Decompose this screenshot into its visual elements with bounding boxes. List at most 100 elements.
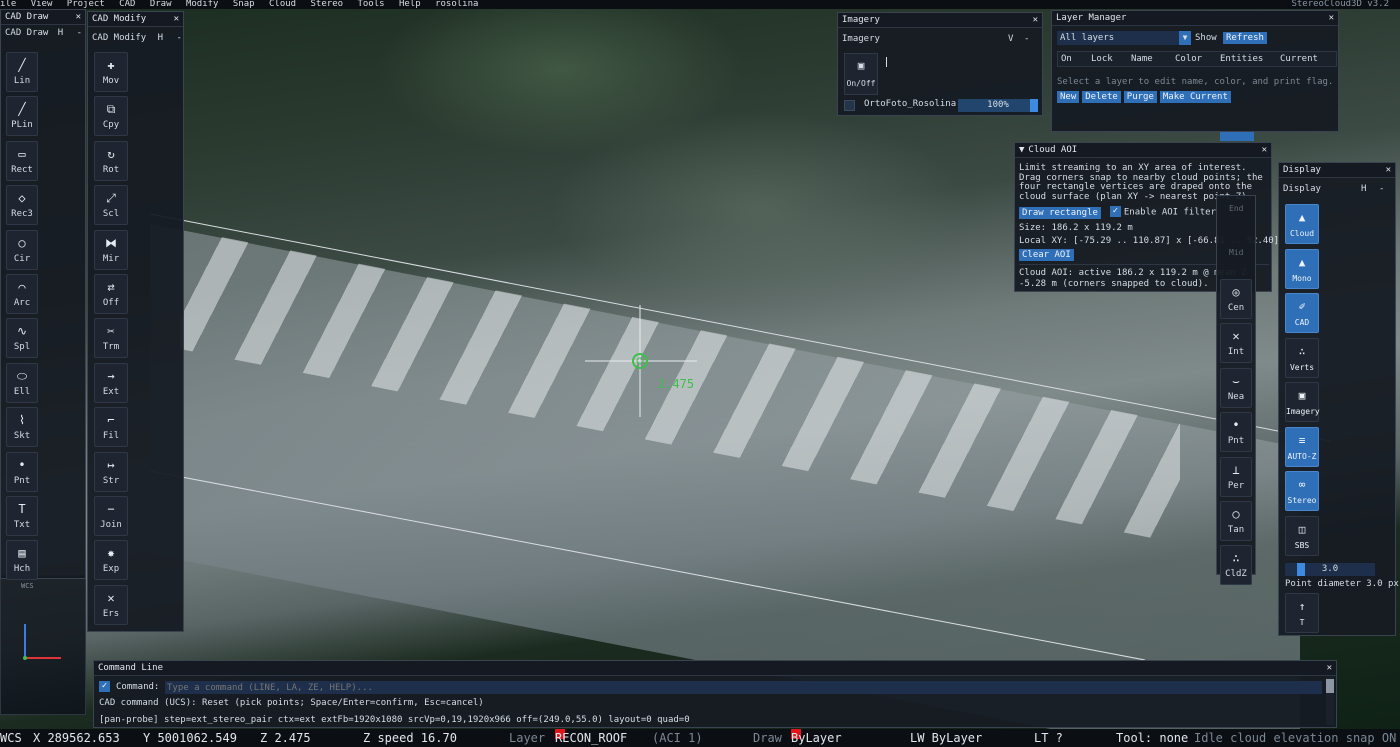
close-icon[interactable]: ✕ [1386,163,1391,177]
display-t-toggle[interactable]: ↑ T [1285,593,1319,633]
snap-tan-button[interactable]: ○ Tan [1220,501,1252,541]
modify-ers-button[interactable]: ✕ Ers [94,584,128,625]
display-cad-toggle[interactable]: ✐ CAD [1285,293,1319,333]
collapse-h-button[interactable]: H [1361,178,1366,200]
command-toggle-checkbox[interactable]: ✓ [99,681,110,692]
cad-modify-title[interactable]: CAD Modify ✕ [88,12,183,27]
enable-aoi-checkbox[interactable]: ✓ [1109,206,1121,217]
draw-rect-button[interactable]: ▭ Rect [6,140,38,181]
collapse-h-button[interactable]: H [158,33,163,43]
clear-aoi-button[interactable]: Clear AOI [1019,249,1074,261]
modify-off-button[interactable]: ⇄ Off [94,274,128,314]
minimize-button[interactable]: - [1024,28,1029,50]
close-icon[interactable]: ✕ [1329,11,1334,25]
menu-view[interactable]: View [31,0,53,9]
column-header-entities[interactable]: Entities [1220,52,1263,66]
menu-modify[interactable]: Modify [186,0,219,9]
new-layer-button[interactable]: New [1057,91,1080,103]
imagery-title[interactable]: Imagery ✕ [838,13,1042,28]
modify-cpy-button[interactable]: ⧉ Cpy [94,96,128,137]
imagery-layer-toggle[interactable] [844,100,855,111]
delete-layer-button[interactable]: Delete [1082,91,1121,103]
layer-manager-title[interactable]: Layer Manager ✕ [1052,11,1338,26]
modify-scl-button[interactable]: ⤢ Scl [94,185,128,226]
display-verts-toggle[interactable]: ∴ Verts [1285,337,1319,378]
modify-trm-button[interactable]: ✂ Trm [94,318,128,359]
snap-cldz-button[interactable]: ∴ CldZ [1220,545,1252,586]
close-icon[interactable]: ✕ [1262,143,1267,157]
purge-layer-button[interactable]: Purge [1123,91,1157,103]
draw-rectangle-button[interactable]: Draw rectangle [1019,206,1101,219]
display-auto-z-toggle[interactable]: ≡ AUTO-Z [1285,426,1319,467]
menu-project[interactable]: Project [67,0,105,9]
close-icon[interactable]: ✕ [76,10,81,24]
dropdown-arrow-icon[interactable]: ▼ [1179,31,1191,45]
close-icon[interactable]: ✕ [1033,13,1038,27]
menu-draw[interactable]: Draw [150,0,172,9]
point-size-slider[interactable]: 3.0 [1285,563,1375,576]
draw-lin-button[interactable]: ╱ Lin [6,52,38,92]
refresh-button[interactable]: Refresh [1223,32,1267,44]
display-imagery-toggle[interactable]: ▣ Imagery [1285,382,1320,422]
imagery-opacity-slider[interactable]: 100% [958,99,1038,112]
draw-cir-button[interactable]: ○ Cir [6,229,38,270]
draw-rec3-button[interactable]: ◇ Rec3 [6,185,38,226]
command-scrollbar[interactable] [1326,677,1334,725]
menu-cad[interactable]: CAD [119,0,135,9]
close-icon[interactable]: ✕ [1327,661,1332,675]
menu-help[interactable]: Help [399,0,421,9]
status-lineweight[interactable]: LW ByLayer [910,729,982,747]
snap-cen-button[interactable]: ◎ Cen [1220,279,1252,319]
draw-ell-button[interactable]: ⬭ Ell [6,362,38,403]
snap-nea-button[interactable]: ⌣ Nea [1220,367,1252,408]
command-input[interactable] [165,681,1322,694]
imagery-onoff-button[interactable]: ▣ On/Off [844,53,878,95]
snap-hidden-button[interactable] [1220,132,1254,141]
menu-snap[interactable]: Snap [233,0,255,9]
display-sbs-toggle[interactable]: ◫ SBS [1285,515,1319,556]
modify-ext-button[interactable]: → Ext [94,362,128,403]
close-icon[interactable]: ✕ [174,12,179,26]
column-header-name[interactable]: Name [1131,52,1153,66]
snap-int-button[interactable]: ✕ Int [1220,323,1252,364]
draw-skt-button[interactable]: ⌇ Skt [6,407,38,448]
modify-mir-button[interactable]: ⧓ Mir [94,229,128,270]
status-linetype[interactable]: LT ? [1034,729,1063,747]
column-header-on[interactable]: On [1061,52,1072,66]
draw-plin-button[interactable]: ╱ PLin [6,96,38,137]
minimize-button[interactable]: - [1379,178,1384,200]
column-header-lock[interactable]: Lock [1091,52,1113,66]
menu-tools[interactable]: Tools [357,0,384,9]
snap-end-label[interactable]: End [1229,204,1243,213]
modify-str-button[interactable]: ↦ Str [94,451,128,492]
modify-rot-button[interactable]: ↻ Rot [94,140,128,181]
layer-filter-select[interactable]: All layers ▼ [1057,31,1191,45]
imagery-v-button[interactable]: V [1008,28,1013,50]
display-cloud-toggle[interactable]: ▲ Cloud [1285,204,1319,244]
snap-mid-label[interactable]: Mid [1229,248,1243,257]
command-line-title[interactable]: Command Line ✕ [94,661,1336,676]
imagery-text-cursor[interactable] [886,57,887,67]
draw-arc-button[interactable]: ⌒ Arc [6,274,38,314]
menu-file[interactable]: ile [0,0,16,9]
menu-cloud[interactable]: Cloud [269,0,296,9]
modify-fil-button[interactable]: ⌐ Fil [94,407,128,448]
modify-join-button[interactable]: − Join [94,496,128,536]
draw-pnt-button[interactable]: • Pnt [6,451,38,492]
draw-spl-button[interactable]: ∿ Spl [6,318,38,359]
draw-hch-button[interactable]: ▤ Hch [6,540,38,581]
cloud-aoi-title[interactable]: ▼ Cloud AOI ✕ [1015,143,1271,158]
column-header-color[interactable]: Color [1175,52,1202,66]
column-header-current[interactable]: Current [1280,52,1318,66]
snap-pnt-button[interactable]: • Pnt [1220,412,1252,453]
draw-txt-button[interactable]: T Txt [6,496,38,536]
snap-per-button[interactable]: ⊥ Per [1220,456,1252,497]
display-stereo-toggle[interactable]: ∞ Stereo [1285,471,1319,511]
minimize-button[interactable]: - [77,28,82,38]
minimize-button[interactable]: - [176,33,181,43]
collapse-h-button[interactable]: H [58,28,63,38]
make-current-layer-button[interactable]: Make Current [1159,91,1231,103]
modify-exp-button[interactable]: ✸ Exp [94,540,128,581]
cad-draw-title[interactable]: CAD Draw ✕ [1,10,85,25]
menu-stereo[interactable]: Stereo [311,0,344,9]
